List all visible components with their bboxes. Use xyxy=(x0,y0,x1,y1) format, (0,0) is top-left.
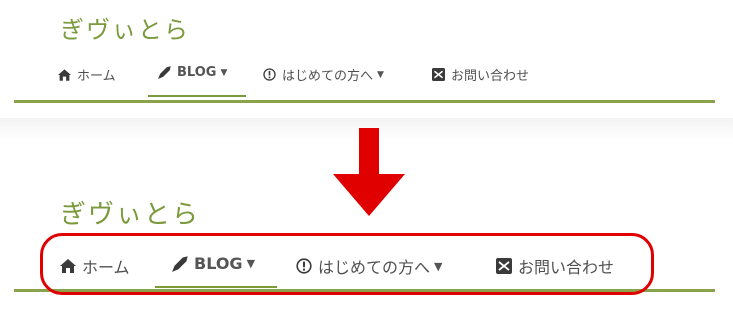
site-title[interactable]: ぎヴぃとら xyxy=(60,10,190,45)
active-indicator xyxy=(148,95,246,97)
header-before: ぎヴぃとら ホーム BLOG ▼ はじめての方へ ▼ お問い合わせ xyxy=(0,0,733,118)
chevron-down-icon: ▼ xyxy=(377,69,384,80)
highlight-annotation xyxy=(40,233,654,295)
nav-label-home: ホーム xyxy=(77,69,116,84)
nav-label-blog: BLOG xyxy=(177,65,217,80)
envelope-icon xyxy=(432,68,445,81)
nav-item-home[interactable]: ホーム xyxy=(58,65,116,84)
home-icon xyxy=(58,68,71,81)
nav-bottom-border xyxy=(14,100,715,103)
site-title[interactable]: ぎヴぃとら xyxy=(60,194,200,231)
pen-nib-icon xyxy=(158,66,171,79)
nav-label-contact: お問い合わせ xyxy=(451,69,530,84)
nav-label-beginners: はじめての方へ xyxy=(282,69,374,84)
exclamation-circle-icon xyxy=(263,68,276,81)
nav-item-blog[interactable]: BLOG ▼ xyxy=(158,65,227,80)
chevron-down-icon: ▼ xyxy=(220,67,228,78)
nav-item-contact[interactable]: お問い合わせ xyxy=(432,65,529,84)
nav-item-beginners[interactable]: はじめての方へ ▼ xyxy=(263,65,384,84)
